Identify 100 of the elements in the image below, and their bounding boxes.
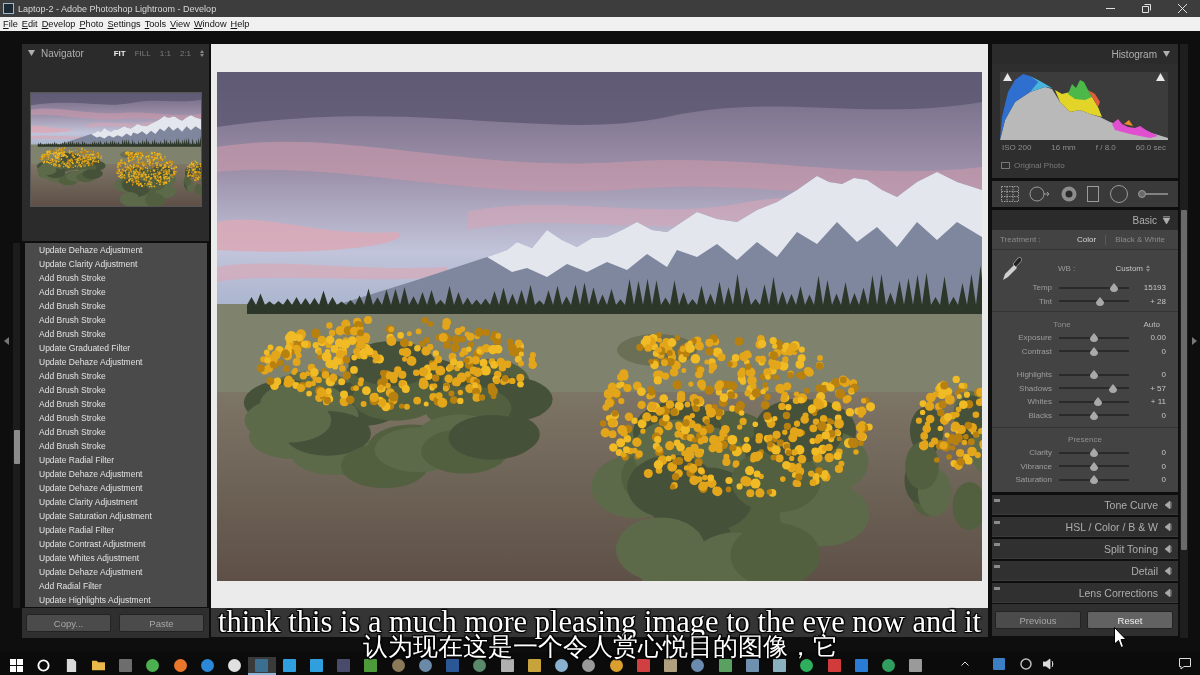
history-item[interactable]: Update Radial Filter [25,453,207,467]
round-app-icon[interactable] [228,659,242,672]
close-icon[interactable] [1177,4,1187,13]
history-item[interactable]: Add Brush Stroke [25,369,207,383]
slider-thumb[interactable] [1090,475,1098,485]
app-tile-icon[interactable] [255,659,269,672]
app-tile-icon[interactable] [664,659,678,672]
triangle-icon[interactable] [1163,51,1170,57]
menu-item[interactable]: Help [228,17,252,31]
panel-switch-icon[interactable] [994,565,1000,568]
clipping-triangle-icon[interactable] [1003,73,1012,81]
menu-item[interactable]: Window [191,17,229,31]
scrollbar-thumb[interactable] [13,430,20,464]
app-tile-icon[interactable] [773,659,787,672]
panel-header[interactable]: Histogram [992,44,1178,64]
app-tile-icon[interactable] [827,659,841,672]
panel-switch-icon[interactable] [994,499,1000,502]
panel-header[interactable]: Detail [992,561,1178,581]
copy-button[interactable]: Copy... [26,614,111,632]
app-tile-icon[interactable] [854,659,868,672]
history-item[interactable]: Add Brush Stroke [25,439,207,453]
app-tile-icon[interactable] [337,659,351,672]
history-item[interactable]: Update Saturation Adjustment [25,509,207,523]
round-app-icon[interactable] [173,659,187,672]
menu-item[interactable]: Tools [142,17,169,31]
panel-header[interactable]: Basic [992,210,1178,230]
checkbox[interactable] [1001,162,1010,169]
history-item[interactable]: Add Brush Stroke [25,285,207,299]
treatment-option[interactable]: Color [1077,235,1097,244]
slider-thumb[interactable] [1109,283,1118,293]
round-app-icon[interactable] [609,659,623,672]
round-app-icon[interactable] [582,659,596,672]
history-item[interactable]: Add Brush Stroke [25,411,207,425]
wb-dropdown[interactable]: Custom [1115,263,1143,273]
notification-icon[interactable] [1179,657,1191,670]
history-item[interactable]: Add Brush Stroke [25,271,207,285]
triangle-icon[interactable] [1165,522,1172,531]
eyedropper-icon[interactable] [1002,255,1022,281]
circle-arrow-icon[interactable] [1029,186,1051,202]
previous-button[interactable]: Previous [995,611,1081,629]
triangle-icon[interactable] [1165,566,1172,575]
round-app-icon[interactable] [555,659,569,672]
ring-dot-icon[interactable] [1060,186,1077,202]
history-item[interactable]: Add Brush Stroke [25,397,207,411]
history-item[interactable]: Update Clarity Adjustment [25,495,207,509]
panel-switch-icon[interactable] [994,521,1000,524]
panel-header[interactable]: Split Toning [992,539,1178,559]
history-item[interactable]: Add Brush Stroke [25,313,207,327]
zoom-option[interactable]: 2:1 [179,48,191,58]
round-app-icon[interactable] [882,659,896,672]
history-item[interactable]: Add Brush Stroke [25,425,207,439]
app-tile-icon[interactable] [119,659,133,672]
panel-toggle-icon[interactable] [4,337,9,345]
history-item[interactable]: Add Radial Filter [25,579,207,593]
slider-thumb[interactable] [1090,370,1098,380]
folder-icon[interactable] [91,659,105,672]
slider-thumb[interactable] [1096,296,1105,306]
history-item[interactable]: Update Whites Adjustment [25,551,207,565]
app-tile-icon[interactable] [309,659,323,672]
panel-toggle-icon[interactable] [1191,337,1197,345]
history-item[interactable]: Add Brush Stroke [25,327,207,341]
landscape-thumbnail-drawing[interactable] [30,93,201,206]
dotted-grid-icon[interactable] [1001,186,1019,202]
slider-thumb[interactable] [1090,333,1098,343]
slider-thumb[interactable] [1093,397,1102,407]
history-item[interactable]: Update Contrast Adjustment [25,537,207,551]
history-item[interactable]: Add Brush Stroke [25,299,207,313]
round-app-icon[interactable] [146,659,160,672]
zoom-option[interactable]: FIT [113,48,126,58]
speaker-icon[interactable] [1042,657,1055,670]
app-tile-icon[interactable] [500,659,514,672]
slider-thumb[interactable] [1090,448,1098,458]
app-tile-icon[interactable] [718,659,732,672]
history-item[interactable]: Add Brush Stroke [25,383,207,397]
slider-knob-icon[interactable] [1137,190,1168,198]
menu-item[interactable]: View [168,17,192,31]
menu-item[interactable]: File [1,17,20,31]
app-tile-icon[interactable] [282,659,296,672]
scrollbar-thumb[interactable] [1181,210,1187,550]
app-tile-icon[interactable] [745,659,759,672]
triangle-icon[interactable] [1165,500,1172,509]
slider-thumb[interactable] [1108,383,1117,393]
up-down-arrows-icon[interactable] [1146,264,1150,272]
history-item[interactable]: Update Dehaze Adjustment [25,565,207,579]
paste-button[interactable]: Paste [119,614,204,632]
app-tile-icon[interactable] [364,659,378,672]
restore-icon[interactable] [1141,4,1151,13]
slider-thumb[interactable] [1090,410,1098,420]
start-icon[interactable] [10,659,24,672]
menu-item[interactable]: Settings [105,17,143,31]
panel-switch-icon[interactable] [994,587,1000,590]
menu-item[interactable]: Photo [77,17,106,31]
menu-item[interactable]: Edit [19,17,40,31]
panel-header[interactable]: Lens Corrections [992,583,1178,603]
history-item[interactable]: Update Graduated Filter [25,341,207,355]
app-tile-icon[interactable] [636,659,650,672]
app-tile-icon[interactable] [446,659,460,672]
app-tile-icon[interactable] [992,657,1005,670]
rectangle-icon[interactable] [1087,186,1100,202]
panel-header[interactable]: HSL / Color / B & W [992,517,1178,537]
